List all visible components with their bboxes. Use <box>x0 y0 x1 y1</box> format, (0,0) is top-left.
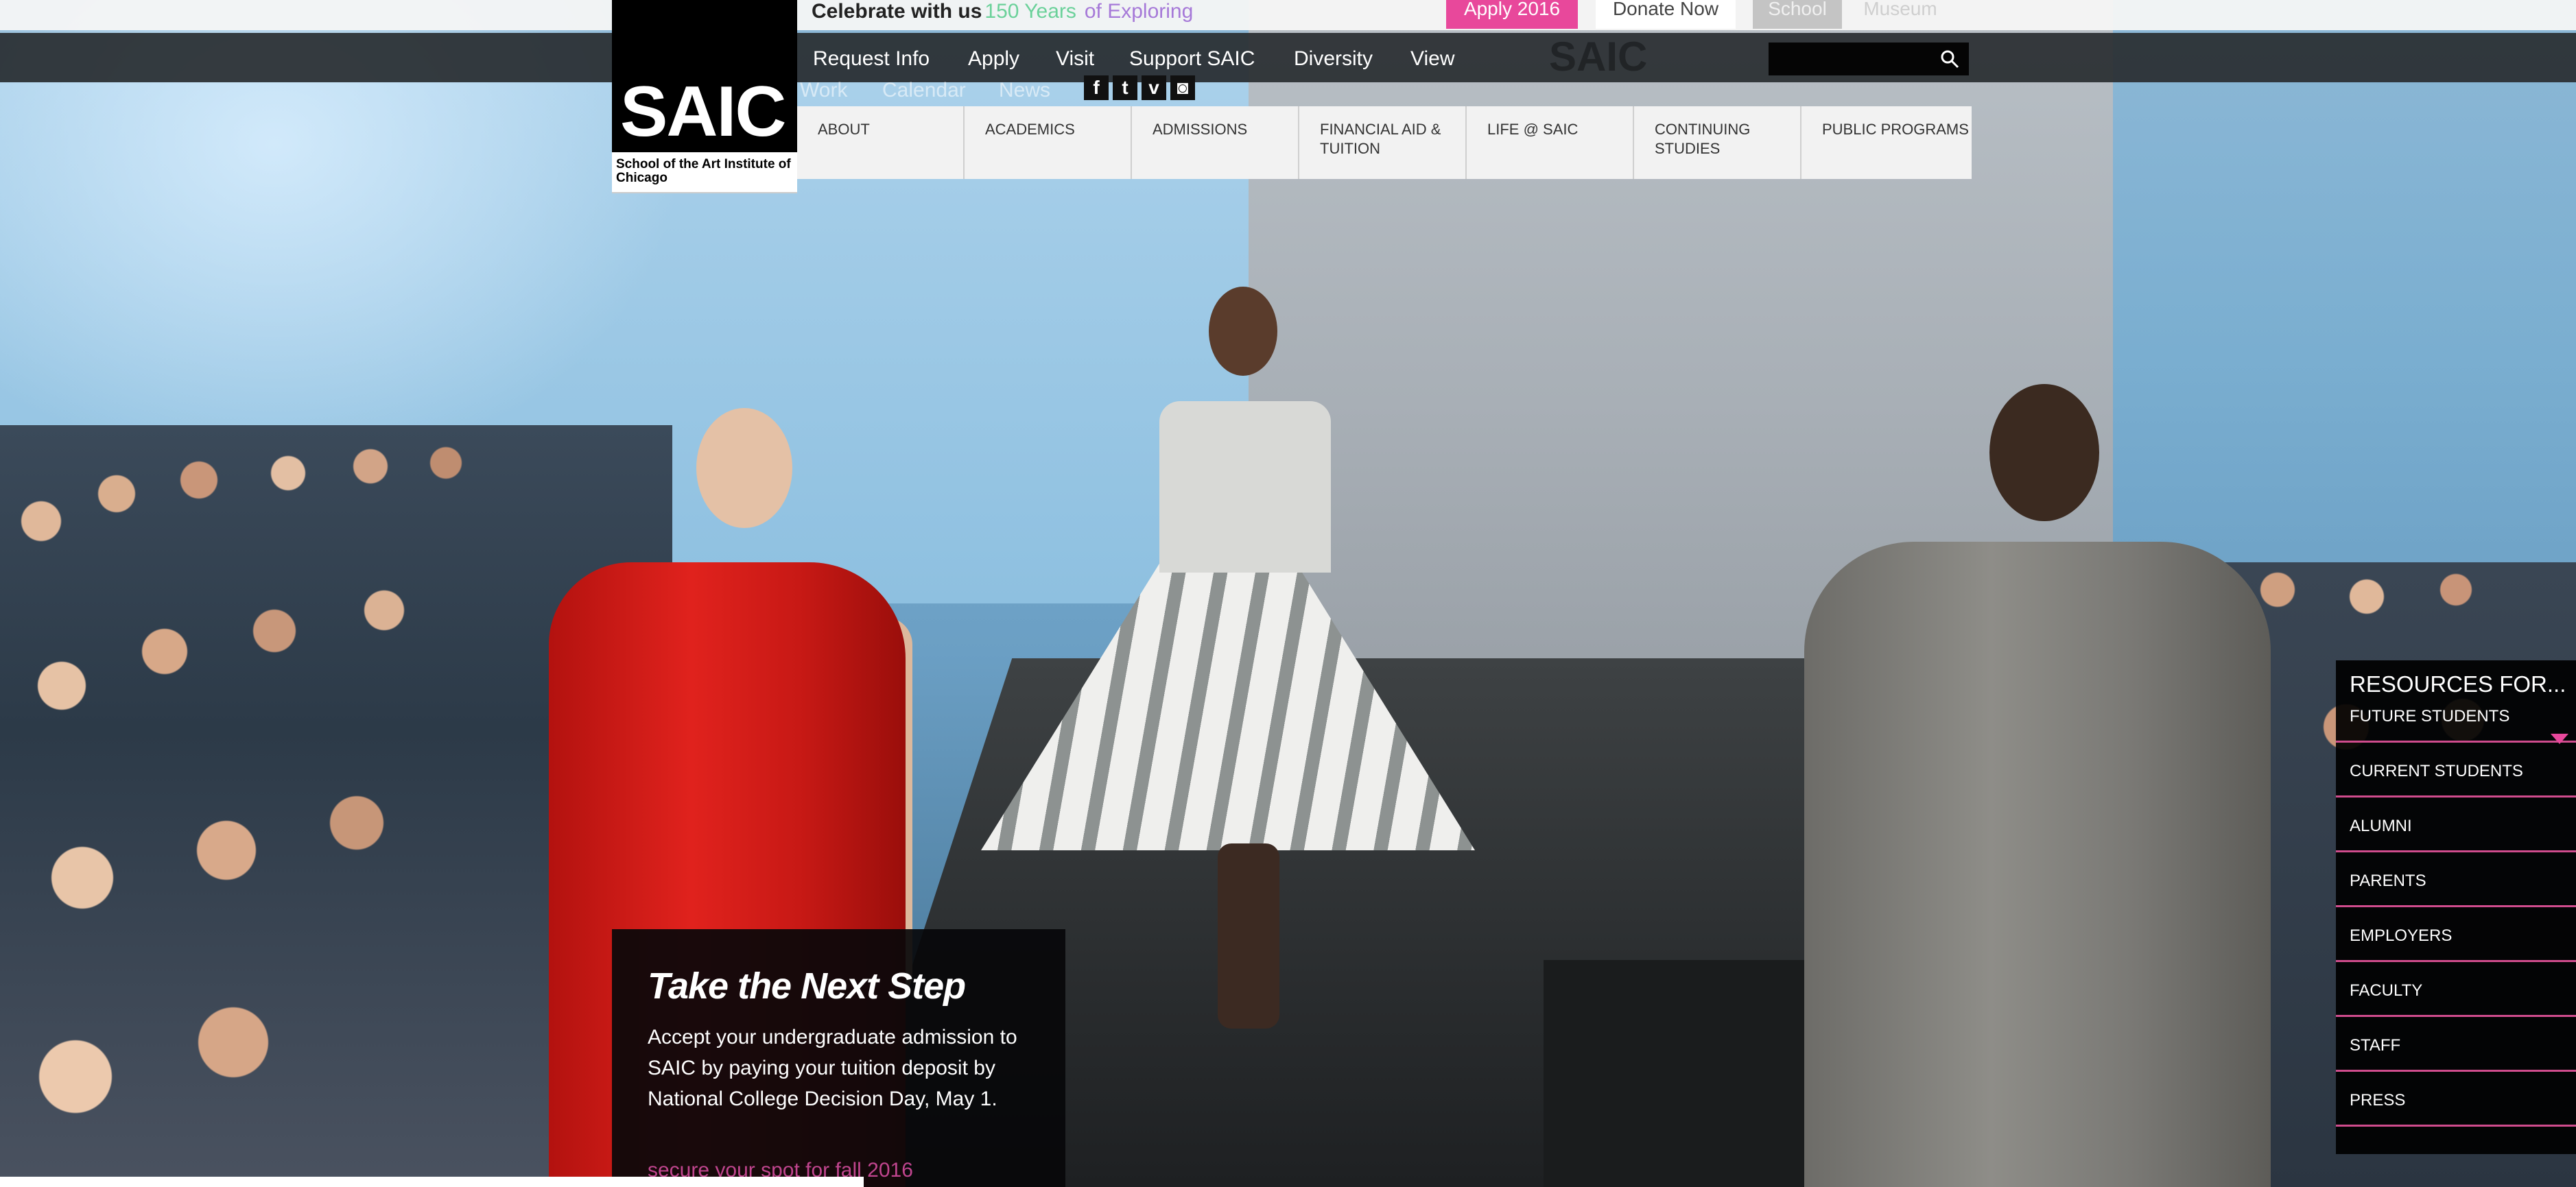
menu-financial-aid[interactable]: FINANCIAL AID & TUITION <box>1299 106 1467 179</box>
menu-continuing-studies[interactable]: CONTINUING STUDIES <box>1634 106 1801 179</box>
celebrate-banner[interactable]: Celebrate with us 150 Years of Exploring <box>812 0 1193 27</box>
resource-staff[interactable]: STAFF <box>2336 1018 2576 1072</box>
resources-panel: RESOURCES FOR... FUTURE STUDENTS CURRENT… <box>2336 660 2576 1154</box>
donate-now-button[interactable]: Donate Now <box>1596 0 1736 29</box>
ghost-logo: SAIC <box>1549 34 1648 80</box>
menu-public-programs[interactable]: PUBLIC PROGRAMS <box>1801 106 1972 179</box>
celebrate-explore: of Exploring <box>1084 0 1194 23</box>
vimeo-icon[interactable]: v <box>1142 75 1166 100</box>
search-icon[interactable] <box>1939 48 1961 70</box>
twitter-icon[interactable]: t <box>1113 75 1137 100</box>
resource-future-students[interactable]: FUTURE STUDENTS <box>2336 689 2576 743</box>
model-white-top <box>1159 401 1331 573</box>
apply-2016-button[interactable]: Apply 2016 <box>1446 0 1578 29</box>
saic-logo[interactable]: SAIC School of the Art Institute of Chic… <box>612 0 797 193</box>
chevron-down-icon[interactable] <box>2551 734 2568 744</box>
museum-tab[interactable]: Museum <box>1845 0 1955 29</box>
ghost-link-work[interactable]: Work <box>800 77 847 104</box>
school-tab[interactable]: School <box>1753 0 1842 29</box>
resource-current-students[interactable]: CURRENT STUDENTS <box>2336 744 2576 798</box>
resource-parents[interactable]: PARENTS <box>2336 854 2576 907</box>
menu-admissions[interactable]: ADMISSIONS <box>1132 106 1299 179</box>
next-step-title: Take the Next Step <box>648 966 966 1007</box>
nav-visit[interactable]: Visit <box>1056 43 1094 75</box>
menu-academics[interactable]: ACADEMICS <box>965 106 1132 179</box>
resource-alumni[interactable]: ALUMNI <box>2336 799 2576 852</box>
model-white-legs <box>1218 843 1279 1029</box>
resource-press[interactable]: PRESS <box>2336 1073 2576 1127</box>
utility-bar <box>0 0 2576 30</box>
model-grey-body <box>1804 542 2271 1187</box>
resource-faculty[interactable]: FACULTY <box>2336 963 2576 1017</box>
nav-apply[interactable]: Apply <box>968 43 1019 75</box>
primary-menu: ABOUT ACADEMICS ADMISSIONS FINANCIAL AID… <box>797 106 1972 179</box>
next-step-card: Take the Next Step Accept your undergrad… <box>612 929 1065 1187</box>
nav-view[interactable]: View <box>1410 43 1454 75</box>
hero-runway-step <box>1544 960 1832 1187</box>
menu-life-at-saic[interactable]: LIFE @ SAIC <box>1467 106 1634 179</box>
celebrate-prefix: Celebrate with us <box>812 0 982 23</box>
nav-support-saic[interactable]: Support SAIC <box>1129 43 1255 75</box>
resource-employers[interactable]: EMPLOYERS <box>2336 909 2576 962</box>
nav-diversity[interactable]: Diversity <box>1294 43 1373 75</box>
nav-request-info[interactable]: Request Info <box>813 43 930 75</box>
ghost-link-news[interactable]: News <box>999 77 1050 104</box>
model-white-head <box>1209 287 1277 376</box>
logo-subtitle: School of the Art Institute of Chicago <box>612 152 797 192</box>
status-strip <box>0 1177 864 1187</box>
facebook-icon[interactable]: f <box>1084 75 1109 100</box>
main-nav-bar <box>0 33 2576 82</box>
next-step-body: Accept your undergraduate admission to S… <box>648 1026 1017 1110</box>
instagram-icon[interactable]: ◙ <box>1170 75 1195 100</box>
celebrate-years: 150 Years <box>984 0 1076 23</box>
logo-mark: SAIC <box>620 72 786 152</box>
menu-about[interactable]: ABOUT <box>797 106 965 179</box>
model-grey-head <box>1989 384 2099 521</box>
model-red-head <box>696 408 792 528</box>
ghost-link-calendar[interactable]: Calendar <box>882 77 966 104</box>
